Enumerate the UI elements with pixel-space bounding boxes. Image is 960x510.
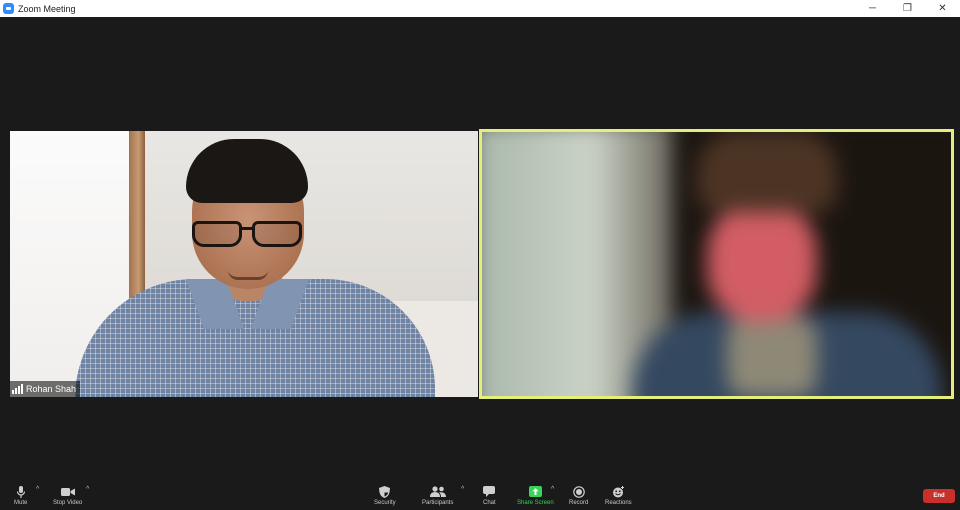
video-camera-icon [60, 485, 75, 498]
window-controls: ─ ❐ ✕ [855, 0, 960, 17]
emoji-reaction-icon [612, 485, 625, 498]
background-post [129, 131, 145, 311]
title-bar: Zoom Meeting ─ ❐ ✕ [0, 0, 960, 17]
restore-button[interactable]: ❐ [890, 0, 925, 17]
mute-label: Mute [14, 500, 28, 506]
share-screen-label: Share Screen [517, 500, 554, 506]
meeting-toolbar: Mute ^ Stop Video ^ Security Participant… [0, 482, 960, 510]
participants-button[interactable]: Participants [422, 485, 453, 506]
share-screen-options-caret[interactable]: ^ [551, 486, 554, 493]
participant-name: Rohan Shah [26, 384, 77, 394]
participant-smile [228, 270, 268, 280]
blurred-video-feed [482, 132, 951, 396]
security-label: Security [374, 500, 396, 506]
participant-glasses [190, 221, 306, 251]
stop-video-button[interactable]: Stop Video [53, 485, 82, 506]
end-meeting-button[interactable]: End [923, 489, 955, 503]
participant-video-rohan[interactable]: Rohan Shah [10, 131, 478, 397]
share-screen-icon [528, 485, 542, 498]
zoom-logo-icon [3, 3, 14, 14]
participants-options-caret[interactable]: ^ [461, 486, 464, 493]
video-options-caret[interactable]: ^ [86, 486, 89, 493]
record-label: Record [569, 500, 589, 506]
participants-icon [429, 485, 446, 498]
reactions-label: Reactions [605, 500, 632, 506]
mute-button[interactable]: Mute [14, 485, 27, 506]
record-icon [572, 485, 585, 498]
participant-hair [186, 139, 308, 203]
reactions-button[interactable]: Reactions [605, 485, 632, 506]
close-button[interactable]: ✕ [925, 0, 960, 17]
connection-signal-icon [12, 384, 23, 394]
minimize-button[interactable]: ─ [855, 0, 890, 17]
participant-name-tag: Rohan Shah [10, 381, 81, 397]
stop-video-label: Stop Video [53, 500, 83, 506]
chat-button[interactable]: Chat [483, 485, 496, 506]
window-title: Zoom Meeting [18, 3, 76, 14]
microphone-icon [16, 485, 26, 498]
participants-label: Participants [422, 500, 454, 506]
security-button[interactable]: Security [374, 485, 396, 506]
chat-bubble-icon [483, 485, 496, 498]
video-stage: Rohan Shah [0, 17, 960, 482]
chat-label: Chat [483, 500, 496, 506]
share-screen-button[interactable]: Share Screen [517, 485, 554, 506]
participant-video-active-speaker[interactable] [479, 129, 954, 399]
mute-options-caret[interactable]: ^ [36, 486, 39, 493]
shield-icon [379, 485, 391, 498]
record-button[interactable]: Record [569, 485, 588, 506]
